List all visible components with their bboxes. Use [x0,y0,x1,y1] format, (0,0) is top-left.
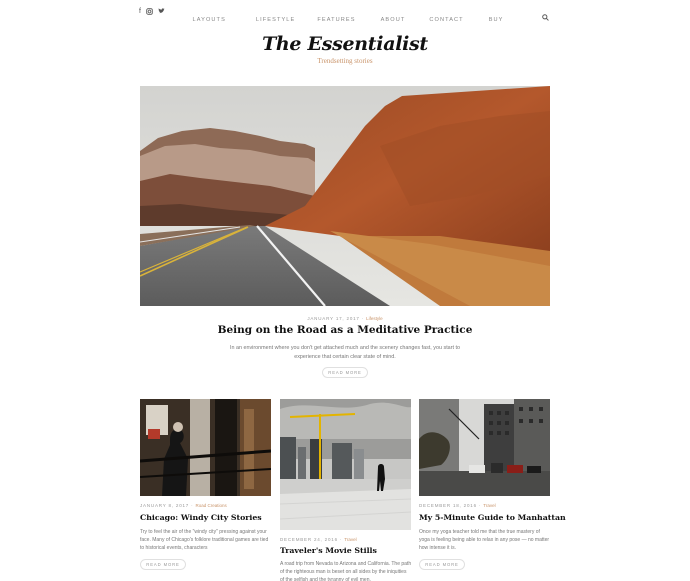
post-category[interactable]: Travel [483,503,495,508]
featured-image[interactable] [140,86,550,306]
post-meta: DECEMBER 24, 2016 · Travel [280,537,357,542]
featured-date: JANUARY 17, 2017 [307,316,360,321]
nav-lifestyle[interactable]: LIFESTYLE [256,17,295,23]
post-meta: DECEMBER 18, 2016 · Travel [419,503,496,508]
search-icon[interactable] [542,8,549,21]
post-category[interactable]: Travel [344,537,356,542]
post-title[interactable]: Traveler's Movie Stills [280,546,377,555]
post-read-more-button[interactable]: READ MORE [419,559,465,570]
post-image-manhattan[interactable] [419,399,550,496]
top-bar: f LAYOUTS LIFESTYLE FEATURES ABOUT CONTA… [0,0,690,24]
nav-layouts[interactable]: LAYOUTS [193,17,226,23]
post-image-movie-stills[interactable] [280,399,411,530]
nav-buy[interactable]: BUY [489,17,504,23]
post-read-more-button[interactable]: READ MORE [140,559,186,570]
post-date: DECEMBER 24, 2016 [280,537,338,542]
featured-meta: JANUARY 17, 2017 · Lifestyle [307,316,383,321]
featured-category[interactable]: Lifestyle [366,316,383,321]
site-logo[interactable]: The Essentialist [0,33,690,55]
featured-read-more-button[interactable]: READ MORE [322,367,368,378]
main-nav: LAYOUTS LIFESTYLE FEATURES ABOUT CONTACT… [0,8,690,26]
post-title[interactable]: Chicago: Windy City Stories [140,513,262,522]
nav-about[interactable]: ABOUT [381,17,406,23]
post-excerpt: A road trip from Nevada to Arizona and C… [280,561,412,581]
nav-features[interactable]: FEATURES [317,17,355,23]
post-category[interactable]: Road Creations [196,503,227,508]
post-excerpt: Once my yoga teacher told me that the tr… [419,529,550,551]
featured-excerpt: In an environment where you don't get at… [230,345,460,360]
nav-contact[interactable]: CONTACT [429,17,463,23]
post-image-chicago[interactable] [140,399,271,496]
post-date: DECEMBER 18, 2016 [419,503,477,508]
site-tagline: Trendsetting stories [317,57,373,65]
post-excerpt: Try to feel the air of the "windy city" … [140,529,269,551]
post-title[interactable]: My 5-Minute Guide to Manhattan [419,513,566,522]
post-meta: JANUARY 8, 2017 · Road Creations [140,503,227,508]
featured-title[interactable]: Being on the Road as a Meditative Practi… [0,324,690,336]
post-date: JANUARY 8, 2017 [140,503,190,508]
